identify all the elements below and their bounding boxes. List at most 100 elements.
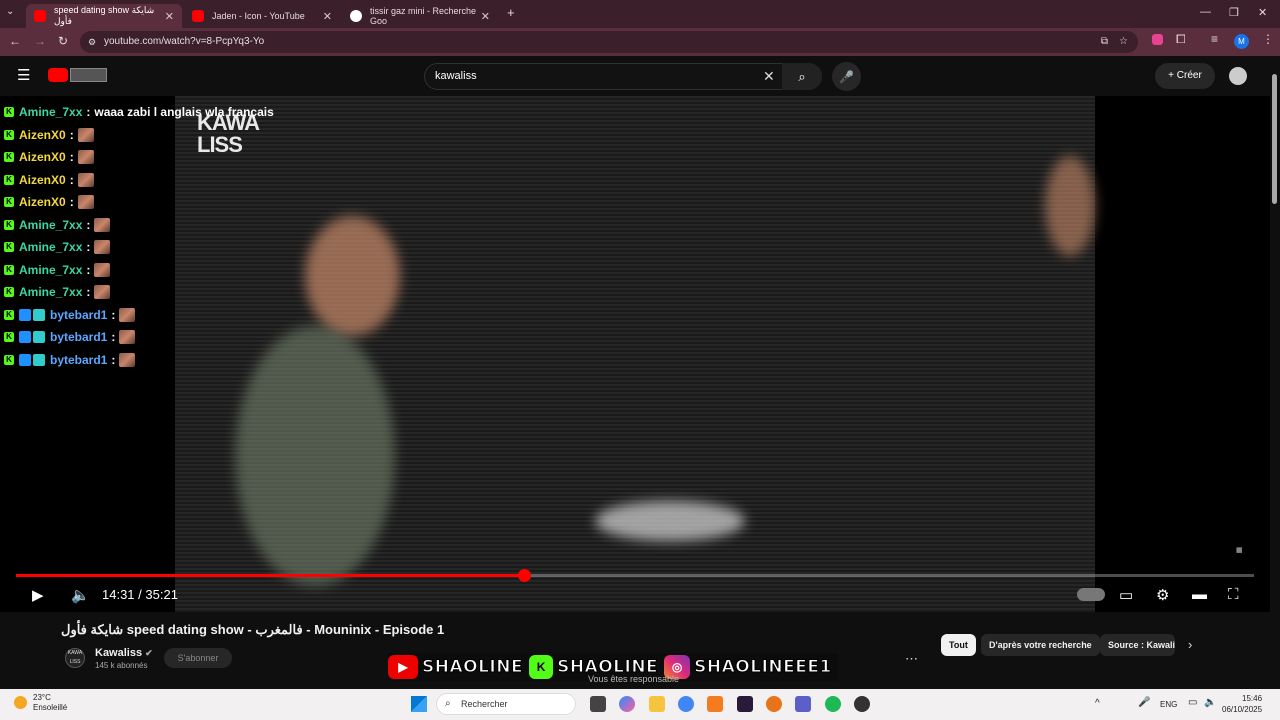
youtube-logo-icon[interactable] <box>48 68 68 82</box>
scrubber-handle[interactable] <box>517 569 531 582</box>
play-icon[interactable]: ▶ <box>32 586 44 604</box>
minimize-icon[interactable]: — <box>1200 6 1211 18</box>
tab-search-menu-icon[interactable]: ⌄ <box>6 6 14 17</box>
site-info-icon[interactable]: ⚙ <box>88 31 96 53</box>
scrollbar-thumb[interactable] <box>1272 74 1277 204</box>
extension-icon[interactable] <box>1152 34 1163 45</box>
teams-icon[interactable] <box>795 696 811 712</box>
chat-user: Amine_7xx <box>19 285 83 300</box>
chat-user: bytebard1 <box>50 330 108 345</box>
editor-icon[interactable] <box>737 696 753 712</box>
doodle-banner[interactable] <box>70 68 107 82</box>
subtitles-icon[interactable]: ▭ <box>1119 586 1133 604</box>
overlay-caption: Vous êtes responsable <box>588 674 680 684</box>
media-controls-icon[interactable]: ≡ <box>1211 32 1218 46</box>
channel-name[interactable]: Kawaliss ✔ <box>95 647 153 659</box>
hamburger-menu-icon[interactable]: ☰ <box>17 66 30 84</box>
forward-icon[interactable]: → <box>34 34 46 48</box>
emote-icon <box>94 262 111 277</box>
chat-separator: : <box>111 307 116 322</box>
clock-time: 15:46 <box>1242 694 1263 703</box>
chevron-right-icon[interactable]: › <box>1188 637 1192 652</box>
plus-icon: + <box>1168 70 1177 81</box>
chip-all[interactable]: Tout <box>941 634 976 656</box>
tab-jaden[interactable]: Jaden - Icon - YouTube ✕ <box>184 4 340 28</box>
autoplay-toggle[interactable] <box>1077 588 1105 601</box>
extensions-puzzle-icon[interactable]: ⧠ <box>1176 32 1186 47</box>
taskbar-search-placeholder: Rechercher <box>461 699 508 709</box>
chip-related[interactable]: D'après votre recherche <box>981 634 1100 656</box>
back-icon[interactable]: ← <box>9 34 21 48</box>
create-label: Créer <box>1176 70 1202 81</box>
chat-message: Kbytebard1: <box>4 349 274 372</box>
theater-mode-icon[interactable]: ▬ <box>1192 586 1207 603</box>
progress-bar[interactable] <box>16 569 1254 582</box>
tab-google[interactable]: tissir gaz mini - Recherche Goo ✕ <box>342 4 498 28</box>
tray-chevron-icon[interactable]: ^ <box>1095 698 1100 709</box>
chat-user: Amine_7xx <box>19 217 83 232</box>
volume-icon[interactable]: 🔈 <box>71 586 90 604</box>
volume-tray-icon[interactable]: 🔈 <box>1204 697 1216 708</box>
chip-source[interactable]: Source : Kawali <box>1100 634 1175 656</box>
time-separator: / <box>134 587 146 602</box>
search-input[interactable]: kawaliss ✕ <box>424 63 822 90</box>
chat-separator: : <box>111 352 116 367</box>
voice-search-button[interactable]: 🎤 <box>832 62 861 91</box>
youtube-icon <box>192 10 204 22</box>
app-icon-2[interactable] <box>854 696 870 712</box>
tab-speed-dating[interactable]: speed dating show شايكة فأول ✕ <box>26 4 182 28</box>
weather-widget[interactable]: 23°C Ensoleillé <box>14 693 67 713</box>
kick-badge-icon: K <box>4 309 14 320</box>
close-icon[interactable]: ✕ <box>481 10 490 23</box>
browser-icon[interactable] <box>766 696 782 712</box>
google-icon <box>350 10 362 22</box>
copilot-icon[interactable] <box>619 696 635 712</box>
install-app-icon[interactable]: ⧉ <box>1101 31 1108 53</box>
address-bar[interactable]: ⚙ youtube.com/watch?v=8-PcpYq3-Yo ⧉ ☆ <box>80 31 1138 53</box>
close-window-icon[interactable]: ✕ <box>1258 6 1267 19</box>
network-icon[interactable]: ▭ <box>1188 697 1197 708</box>
page-scrollbar[interactable] <box>1270 56 1280 689</box>
channel-avatar[interactable]: KAWA LISS <box>65 648 85 668</box>
more-actions-icon[interactable]: ⋯ <box>905 651 918 667</box>
file-explorer-icon[interactable] <box>649 696 665 712</box>
sun-icon <box>14 696 27 709</box>
emote-icon <box>77 195 94 210</box>
close-icon[interactable]: ✕ <box>165 10 174 23</box>
clock[interactable]: 15:46 06/10/2025 <box>1222 693 1262 715</box>
taskbar-search[interactable]: ⌕ Rechercher <box>436 693 576 715</box>
language-indicator[interactable]: ENG <box>1160 700 1177 709</box>
gifter-badge-icon <box>33 331 45 344</box>
close-icon[interactable]: ✕ <box>323 10 332 23</box>
bookmark-star-icon[interactable]: ☆ <box>1119 31 1128 53</box>
restore-icon[interactable]: ❐ <box>1229 6 1239 19</box>
emote-icon <box>77 150 94 165</box>
search-button[interactable]: ⌕ <box>782 63 822 90</box>
chat-separator: : <box>86 240 91 255</box>
create-button[interactable]: + Créer <box>1155 63 1215 89</box>
chrome-icon[interactable] <box>678 696 694 712</box>
clear-search-icon[interactable]: ✕ <box>763 64 775 89</box>
spotify-icon[interactable] <box>825 696 841 712</box>
windows-start-icon[interactable] <box>411 696 427 712</box>
instagram-handle: SHAOLINEEE1 <box>694 657 832 678</box>
fullscreen-icon[interactable]: ⛶ <box>1228 586 1239 603</box>
chat-separator: : <box>111 330 116 345</box>
task-view-icon[interactable] <box>590 696 606 712</box>
microphone-icon: 🎤 <box>839 69 854 84</box>
chat-separator: : <box>69 172 74 187</box>
browser-menu-icon[interactable]: ⋮ <box>1262 32 1274 46</box>
emote-icon <box>119 352 136 367</box>
settings-gear-icon[interactable]: ⚙ <box>1156 586 1169 604</box>
video-frame[interactable] <box>175 96 1095 612</box>
tab-label: tissir gaz mini - Recherche Goo <box>370 6 477 26</box>
chat-message: K Amine_7xx: <box>4 214 274 237</box>
new-tab-icon[interactable]: + <box>507 5 515 20</box>
subscribe-button[interactable]: S'abonner <box>164 648 232 668</box>
mic-tray-icon[interactable]: 🎤 <box>1138 697 1150 708</box>
app-icon[interactable] <box>707 696 723 712</box>
profile-avatar[interactable]: M <box>1234 34 1249 49</box>
account-avatar[interactable] <box>1229 67 1247 85</box>
video-figure <box>305 216 400 336</box>
reload-icon[interactable]: ↻ <box>58 34 68 48</box>
